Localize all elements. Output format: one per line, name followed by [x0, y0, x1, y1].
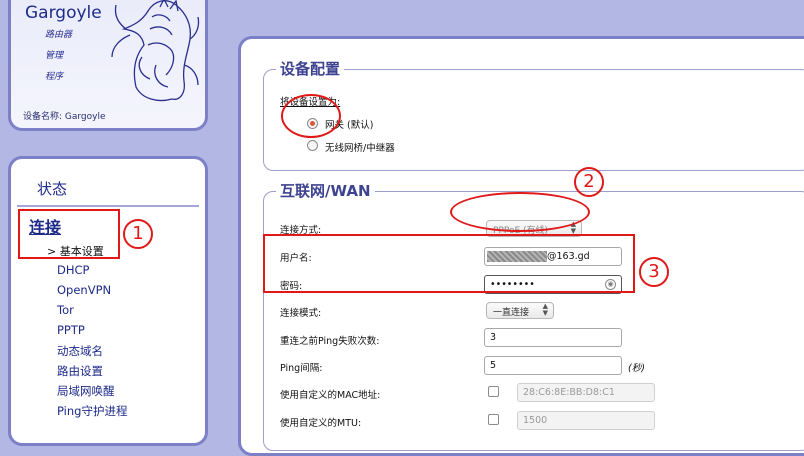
connect-mode-label: 连接模式:: [280, 308, 322, 319]
annotation-circle-gateway: [281, 94, 341, 138]
annotation-number-3: 3: [639, 257, 669, 287]
custom-mtu-checkbox[interactable]: [488, 414, 499, 425]
nav-item-ping-watchdog[interactable]: Ping守护进程: [57, 403, 127, 419]
device-config-title: 设备配置: [276, 58, 345, 79]
custom-mac-input[interactable]: 28:C6:8E:BB:D8:C1: [517, 383, 655, 402]
nav-item-pptp[interactable]: PPTP: [57, 323, 85, 337]
bridge-repeater-radio[interactable]: [307, 140, 318, 151]
custom-mac-label: 使用自定义的MAC地址:: [280, 390, 381, 401]
annotation-box-credentials: [263, 234, 635, 293]
gargoyle-logo-icon: [111, 0, 200, 102]
nav-item-ddns[interactable]: 动态域名: [57, 343, 103, 359]
ping-fail-input[interactable]: 3: [484, 328, 622, 347]
nav-divider: [17, 205, 199, 207]
select-arrows-icon: ▲ ▼: [542, 302, 548, 317]
connect-mode-select[interactable]: 一直连接 ▲ ▼: [486, 302, 554, 319]
device-name-label: 设备名称: Gargoyle: [23, 112, 106, 122]
menu-program: 程序: [45, 72, 64, 82]
ping-interval-label: Ping间隔:: [280, 363, 323, 374]
ping-fail-label: 重连之前Ping失败次数:: [280, 336, 380, 347]
custom-mac-checkbox[interactable]: [488, 386, 499, 397]
nav-panel: 状态 连接 > 基本设置 DHCP OpenVPN Tor PPTP 动态域名 …: [8, 156, 208, 446]
wan-title: 互联网/WAN: [276, 180, 375, 201]
connect-mode-value: 一直连接: [493, 308, 530, 318]
annotation-box-connection: [18, 209, 120, 259]
nav-item-routing[interactable]: 路由设置: [57, 363, 103, 379]
device-config-section: 设备配置 将设备设置为: 网关 (默认) 无线网桥/中继器: [263, 58, 804, 171]
nav-item-tor[interactable]: Tor: [57, 303, 74, 317]
ping-interval-input[interactable]: 5: [484, 356, 622, 375]
menu-manage: 管理: [45, 51, 64, 61]
logo-panel: Gargoyle 路由器 管理 程序 设备名称: Gargoyle: [8, 0, 208, 131]
bridge-repeater-radio-label: 无线网桥/中继器: [325, 143, 395, 154]
nav-item-wol[interactable]: 局域网唤醒: [57, 383, 115, 399]
ping-interval-unit: (秒): [628, 363, 645, 374]
nav-item-openvpn[interactable]: OpenVPN: [57, 283, 111, 297]
custom-mtu-label: 使用自定义的MTU:: [280, 418, 362, 429]
menu-router: 路由器: [45, 30, 73, 40]
nav-item-dhcp[interactable]: DHCP: [57, 263, 89, 277]
annotation-number-2: 2: [574, 167, 604, 197]
brand-name: Gargoyle: [25, 3, 102, 23]
annotation-number-1: 1: [123, 219, 153, 249]
custom-mtu-input[interactable]: 1500: [517, 411, 655, 430]
annotation-ellipse-pppoe: [450, 192, 590, 232]
nav-status[interactable]: 状态: [37, 178, 67, 199]
